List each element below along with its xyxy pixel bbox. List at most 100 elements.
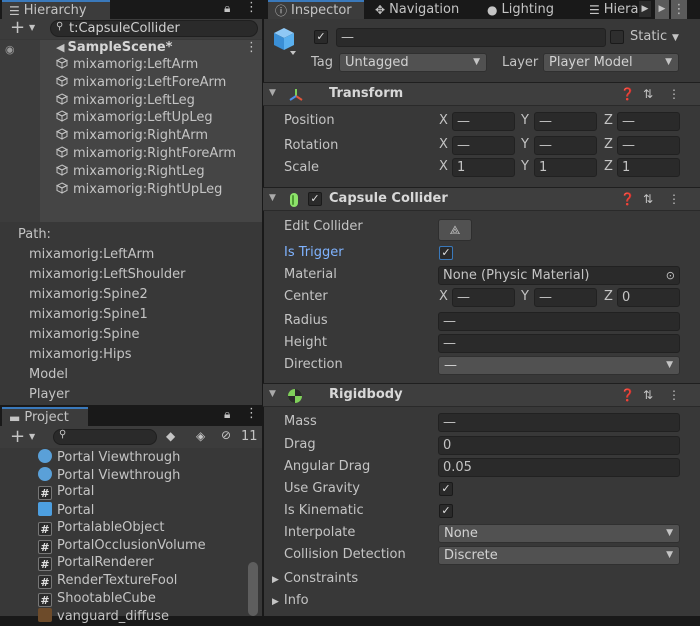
project-item[interactable]: # PortalRenderer [38,555,154,573]
hierarchy-item[interactable]: mixamorig:RightLeg [56,164,276,182]
hierarchy-item[interactable]: mixamorig:LeftUpLeg [56,110,276,128]
lock-icon[interactable]: 🔒︎ [224,1,230,16]
rigidbody-header[interactable]: ▼ Rigidbody ❓ ⇅ ⋮ [263,383,700,407]
z-axis-label[interactable]: Z [604,289,613,304]
z-axis-label[interactable]: Z [604,159,613,174]
static-dropdown-icon[interactable]: ▼ [672,33,679,43]
add-icon[interactable]: + [10,17,25,38]
tab-menu-icon[interactable]: ⋮ [671,0,687,19]
scene-row[interactable]: ◀ SampleScene* [56,40,276,58]
center-z-field[interactable]: 0 [617,288,680,307]
x-axis-label[interactable]: X [439,113,448,128]
kebab-menu-icon[interactable]: ⋮ [245,0,258,15]
position-x-field[interactable]: — [452,112,515,131]
project-item[interactable]: # PortalableObject [38,520,165,538]
y-axis-label[interactable]: Y [521,159,529,174]
position-z-field[interactable]: — [617,112,680,131]
is-kinematic-checkbox[interactable]: ✓ [439,504,453,518]
visibility-eye-icon[interactable]: ◉ [5,43,15,56]
constraints-foldout[interactable]: ▶ Constraints [272,571,358,586]
collision-detection-dropdown[interactable]: Discrete ▼ [438,546,680,565]
z-axis-label[interactable]: Z [604,137,613,152]
hierarchy-item[interactable]: mixamorig:RightUpLeg [56,182,276,200]
tag-dropdown[interactable]: Untagged ▼ [339,53,487,72]
project-item[interactable]: # ShootableCube [38,591,156,609]
chevron-down-icon[interactable]: ▼ [29,23,35,32]
scale-y-field[interactable]: 1 [534,158,597,177]
tab-inspector[interactable]: ⓘ Inspector [268,0,364,19]
edit-collider-button[interactable]: ⟁ [438,219,472,241]
transform-header[interactable]: ▼ Transform ❓ ⇅ ⋮ [263,82,700,106]
scale-x-field[interactable]: 1 [452,158,515,177]
interpolate-dropdown[interactable]: None ▼ [438,524,680,543]
hierarchy-item[interactable]: mixamorig:LeftForeArm [56,75,276,93]
y-axis-label[interactable]: Y [521,289,529,304]
drag-field[interactable]: 0 [438,436,680,455]
label-tag-icon[interactable]: ◈ [196,429,205,443]
tab-lighting[interactable]: ● Lighting [480,0,561,19]
hierarchy-item[interactable]: mixamorig:LeftArm [56,57,276,75]
path-item[interactable]: mixamorig:LeftArm [29,247,154,262]
path-item[interactable]: Player [29,387,69,402]
direction-dropdown[interactable]: — ▼ [438,356,680,375]
component-menu-icon[interactable]: ⋮ [668,87,680,101]
hierarchy-item[interactable]: mixamorig:RightArm [56,128,276,146]
z-axis-label[interactable]: Z [604,113,613,128]
project-item[interactable]: Portal Viewthrough [38,449,180,467]
tab-scroll-right-icon[interactable]: ▶ [639,1,651,17]
path-item[interactable]: mixamorig:LeftShoulder [29,267,186,282]
use-gravity-checkbox[interactable]: ✓ [439,482,453,496]
hierarchy-search[interactable]: ⚲ t:CapsuleCollider [50,20,258,37]
scene-menu-icon[interactable]: ⋮ [245,40,258,55]
tab-scroll-right-icon[interactable]: ▶ [655,0,669,19]
lock-icon[interactable]: 🔒︎ [224,407,230,422]
search-input[interactable]: t:CapsuleCollider [69,21,180,36]
help-icon[interactable]: ❓ [620,192,635,206]
kebab-menu-icon[interactable]: ⋮ [245,406,258,421]
radius-field[interactable]: — [438,312,680,331]
tab-navigation[interactable]: ✥ Navigation [368,0,466,19]
hierarchy-item[interactable]: mixamorig:LeftLeg [56,93,276,111]
rotation-x-field[interactable]: — [452,136,515,155]
component-menu-icon[interactable]: ⋮ [668,388,680,402]
x-axis-label[interactable]: X [439,289,448,304]
path-item[interactable]: mixamorig:Spine [29,327,140,342]
x-axis-label[interactable]: X [439,137,448,152]
hierarchy-item[interactable]: mixamorig:RightForeArm [56,146,276,164]
angular-drag-field[interactable]: 0.05 [438,458,680,477]
help-icon[interactable]: ❓ [620,388,635,402]
y-axis-label[interactable]: Y [521,137,529,152]
path-item[interactable]: Model [29,367,68,382]
help-icon[interactable]: ❓ [620,87,635,101]
center-x-field[interactable]: — [452,288,515,307]
object-picker-icon[interactable]: ⊙ [666,267,675,284]
project-item[interactable]: vanguard_diffuse [38,608,169,626]
mass-field[interactable]: — [438,413,680,432]
path-item[interactable]: mixamorig:Spine1 [29,307,148,322]
rotation-z-field[interactable]: — [617,136,680,155]
info-foldout[interactable]: ▶ Info [272,593,309,608]
material-field[interactable]: None (Physic Material) ⊙ [438,266,680,285]
height-field[interactable]: — [438,334,680,353]
center-y-field[interactable]: — [534,288,597,307]
presets-icon[interactable]: ⇅ [643,87,653,101]
filter-type-icon[interactable]: ◆ [166,429,175,443]
project-item[interactable]: Portal [38,502,94,520]
project-item[interactable]: # Portal [38,484,94,502]
is-trigger-checkbox[interactable]: ✓ [439,246,453,260]
capsule-enabled-checkbox[interactable]: ✓ [308,192,322,206]
tab-project[interactable]: ▬ Project [2,407,88,426]
add-icon[interactable]: + [10,426,25,447]
presets-icon[interactable]: ⇅ [643,388,653,402]
project-item[interactable]: Portal Viewthrough [38,466,180,485]
y-axis-label[interactable]: Y [521,113,529,128]
position-y-field[interactable]: — [534,112,597,131]
component-menu-icon[interactable]: ⋮ [668,192,680,206]
project-scrollbar[interactable] [248,562,258,616]
layer-dropdown[interactable]: Player Model ▼ [543,53,679,72]
static-checkbox[interactable] [610,30,624,44]
object-name-field[interactable]: — [336,28,606,47]
chevron-down-icon[interactable]: ▼ [29,432,35,441]
scale-z-field[interactable]: 1 [617,158,680,177]
hidden-eye-icon[interactable]: ⊘ [221,428,231,442]
